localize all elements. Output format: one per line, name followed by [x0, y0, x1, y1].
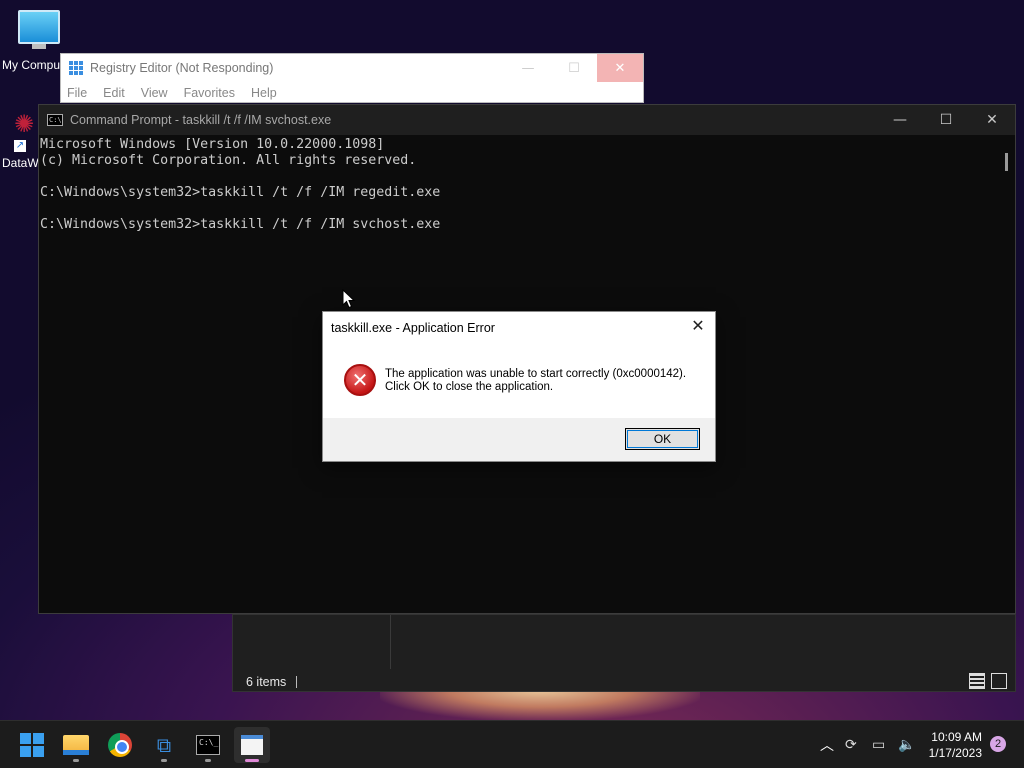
large-icons-view-icon[interactable] — [991, 673, 1007, 689]
maximize-button[interactable]: ☐ — [551, 54, 597, 82]
application-error-dialog[interactable]: taskkill.exe - Application Error ✕ ✕ The… — [322, 311, 716, 462]
minimize-button[interactable]: — — [505, 54, 551, 82]
start-icon — [20, 733, 44, 757]
status-bar: 6 items — [246, 675, 298, 689]
volume-icon: 🔈 — [898, 737, 916, 753]
close-button[interactable]: ✕ — [969, 105, 1015, 135]
taskbar-registry-editor[interactable]: ⧉ — [146, 727, 182, 763]
scrollbar-thumb[interactable] — [1005, 153, 1008, 171]
chrome-icon — [108, 733, 132, 757]
desktop-icon-label: DataW — [2, 156, 39, 170]
mouse-cursor-icon — [342, 289, 356, 309]
window-title: Registry Editor (Not Responding) — [90, 61, 274, 75]
network-button[interactable]: ▭ — [872, 721, 885, 768]
ok-button[interactable]: OK — [625, 428, 700, 450]
dialog-title: taskkill.exe - Application Error — [331, 321, 495, 335]
dialog-footer: OK — [323, 418, 715, 461]
dialog-message-line: Click OK to close the application. — [385, 381, 554, 393]
taskbar-command-prompt[interactable]: C:\_ — [190, 727, 226, 763]
details-view-icon[interactable] — [969, 673, 985, 689]
registry-editor-icon — [69, 61, 83, 75]
network-icon: ▭ — [872, 737, 886, 753]
dialog-message: The application was unable to start corr… — [385, 368, 686, 394]
chevron-up-icon: ︿ — [820, 738, 834, 754]
registry-editor-window[interactable]: Registry Editor (Not Responding) — ☐ ✕ F… — [60, 53, 644, 103]
notification-badge[interactable]: 2 — [990, 736, 1006, 752]
taskbar-notepad[interactable] — [234, 727, 270, 763]
taskbar-file-explorer[interactable] — [58, 727, 94, 763]
notepad-icon — [241, 735, 263, 755]
error-icon: ✕ — [344, 364, 376, 396]
menu-bar: File Edit View Favorites Help — [61, 82, 643, 104]
file-explorer-window[interactable]: 6 items — [232, 614, 1016, 692]
show-hidden-icons-button[interactable]: ︿ — [820, 721, 834, 768]
computer-icon — [18, 10, 60, 44]
sync-status-button[interactable]: ⟳ — [845, 721, 857, 768]
start-button[interactable] — [14, 727, 50, 763]
console-line: Microsoft Windows [Version 10.0.22000.10… — [40, 137, 385, 152]
menu-edit[interactable]: Edit — [103, 86, 125, 100]
shortcut-arrow-icon: ↗ — [14, 140, 26, 152]
console-line: C:\Windows\system32>taskkill /t /f /IM s… — [40, 217, 441, 232]
menu-help[interactable]: Help — [251, 86, 277, 100]
desktop-icon-label: My Compu — [2, 58, 61, 72]
dialog-close-button[interactable]: ✕ — [689, 316, 707, 336]
status-separator — [296, 676, 298, 688]
close-button[interactable]: ✕ — [597, 54, 643, 82]
item-count: 6 items — [246, 675, 287, 689]
command-prompt-icon: C:\_ — [196, 735, 220, 755]
sync-icon: ⟳ — [845, 737, 857, 753]
clock[interactable]: 10:09 AM 1/17/2023 — [929, 729, 982, 761]
console-line: (c) Microsoft Corporation. All rights re… — [40, 153, 417, 168]
menu-view[interactable]: View — [141, 86, 168, 100]
computer-icon-stand — [32, 44, 46, 49]
taskbar: ⧉ C:\_ ︿ ⟳ ▭ 🔈 10:09 AM 1/17/2023 2 — [0, 720, 1024, 768]
menu-file[interactable]: File — [67, 86, 87, 100]
console-line: C:\Windows\system32>taskkill /t /f /IM r… — [40, 185, 441, 200]
dialog-message-line: The application was unable to start corr… — [385, 368, 687, 380]
registry-editor-icon: ⧉ — [156, 733, 172, 757]
volume-button[interactable]: 🔈 — [898, 721, 915, 768]
pane-divider[interactable] — [390, 615, 391, 669]
file-explorer-icon — [63, 735, 89, 755]
command-prompt-titlebar[interactable]: C:\ Command Prompt - taskkill /t /f /IM … — [39, 105, 1015, 135]
menu-favorites[interactable]: Favorites — [184, 86, 235, 100]
command-prompt-icon: C:\ — [47, 114, 63, 126]
clock-date: 1/17/2023 — [928, 746, 982, 760]
taskbar-chrome[interactable] — [102, 727, 138, 763]
minimize-button[interactable]: — — [877, 105, 923, 135]
window-title: Command Prompt - taskkill /t /f /IM svch… — [70, 113, 332, 127]
maximize-button[interactable]: ☐ — [923, 105, 969, 135]
clock-time: 10:09 AM — [931, 730, 982, 744]
